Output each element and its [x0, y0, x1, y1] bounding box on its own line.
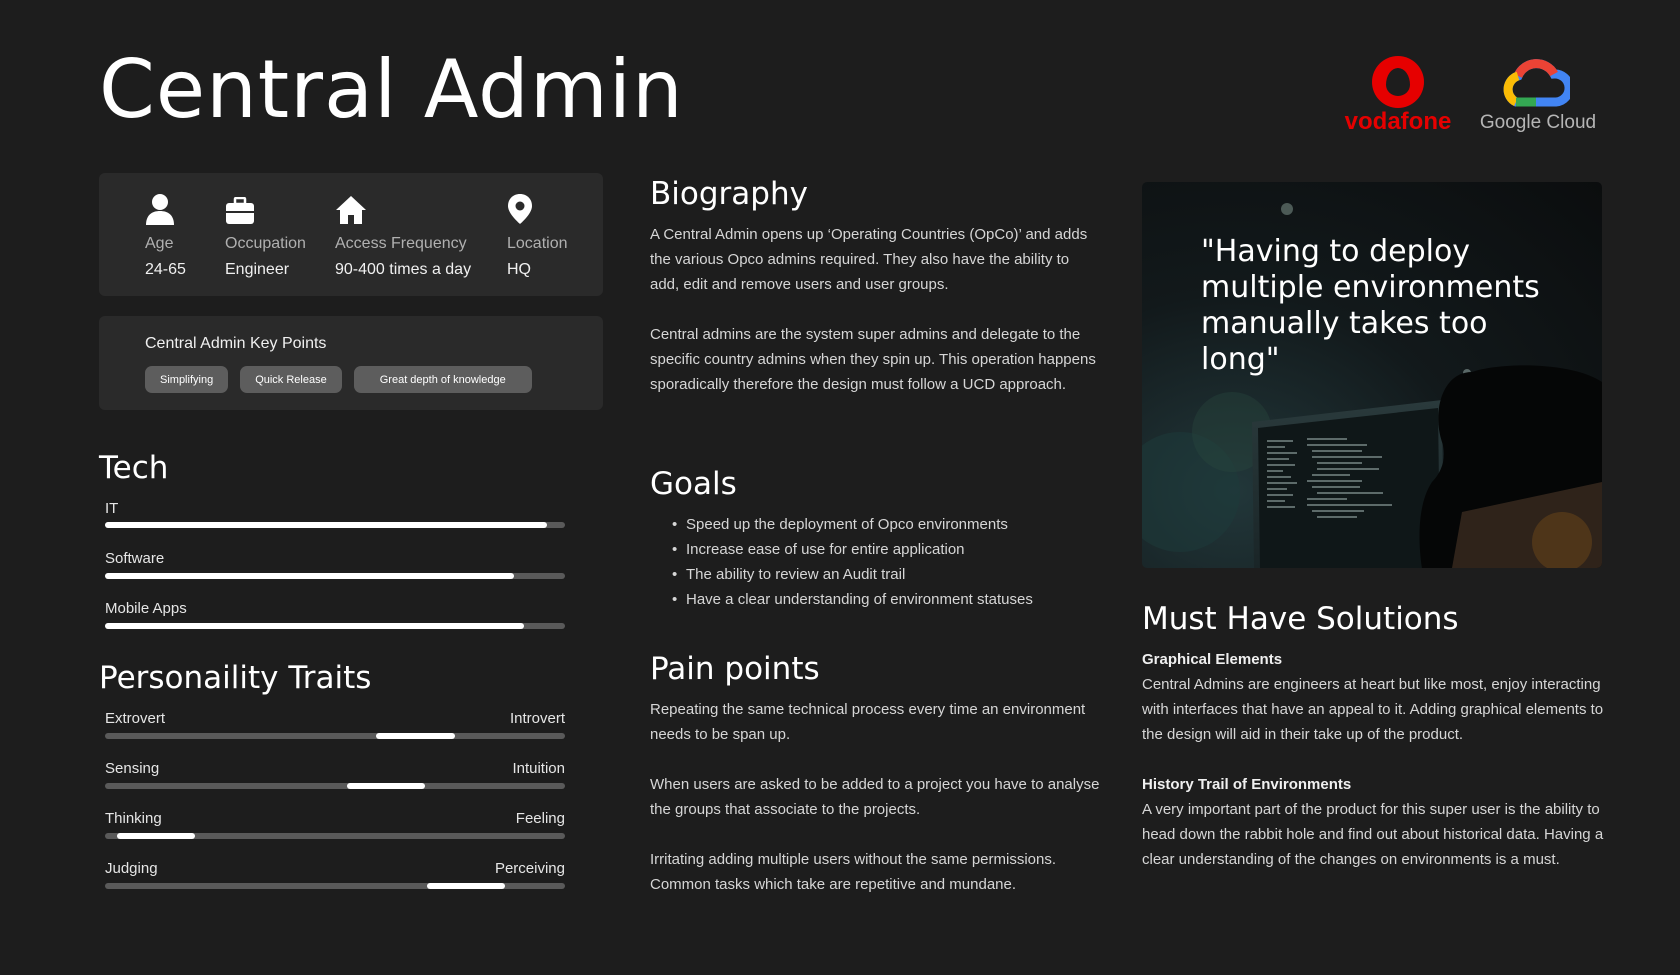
tech-track-mobile-apps	[105, 623, 565, 629]
google-cloud-icon	[1503, 59, 1570, 107]
biography-paragraph: Central admins are the system super admi…	[650, 326, 1096, 393]
trait-fill	[116, 833, 195, 839]
trait-fill	[427, 883, 506, 889]
stat-value: Engineer	[225, 261, 290, 278]
trait-track-thinking-feeling	[105, 833, 565, 839]
vodafone-mark-icon	[1372, 56, 1424, 108]
trait-right-label: Introvert	[509, 710, 565, 727]
key-points-title: Central Admin Key Points	[145, 335, 327, 352]
home-icon	[336, 196, 366, 224]
stat-label: Occupation	[225, 235, 306, 252]
tech-label-software: Software	[105, 550, 165, 567]
biography-heading: Biography	[650, 176, 808, 212]
quote-text: "Having to deploy multiple environments …	[1201, 234, 1540, 377]
biography-paragraph: A Central Admin opens up ‘Operating Coun…	[650, 226, 1088, 293]
stat-value: 24-65	[145, 261, 186, 278]
key-points-chips: Simplifying Quick Release Great depth of…	[145, 366, 532, 393]
tech-track-software	[105, 573, 565, 579]
tech-fill-mobile-apps	[105, 623, 524, 629]
solutions-heading: Must Have Solutions	[1142, 601, 1459, 637]
google-cloud-wordmark: Google Cloud	[1479, 112, 1597, 133]
google-cloud-logo: Google Cloud	[1478, 58, 1598, 138]
trait-fill	[346, 783, 425, 789]
solutions-list: Graphical Elements Central Admins are en…	[1142, 647, 1612, 872]
stat-age: Age 24-65	[145, 191, 186, 279]
trait-right-label: Perceiving	[494, 860, 565, 877]
tech-heading: Tech	[99, 450, 169, 486]
trait-fill	[376, 733, 455, 739]
stat-value: HQ	[507, 261, 531, 278]
trait-track-sensing-intuition	[105, 783, 565, 789]
biography-text: A Central Admin opens up ‘Operating Coun…	[650, 222, 1100, 397]
tech-label-it: IT	[105, 500, 119, 517]
solution-text: Central Admins are engineers at heart bu…	[1142, 676, 1604, 743]
stat-access-frequency: Access Frequency 90-400 times a day	[335, 191, 471, 279]
quote-photo: "Having to deploy multiple environments …	[1142, 182, 1602, 568]
page-title: Central Admin	[99, 43, 684, 136]
pain-point-paragraph: When users are asked to be added to a pr…	[650, 776, 1100, 818]
key-points-panel: Central Admin Key Points Simplifying Qui…	[99, 316, 603, 410]
key-point-chip: Quick Release	[240, 366, 342, 393]
person-icon	[146, 194, 174, 225]
stat-occupation: Occupation Engineer	[225, 191, 306, 279]
trait-track-extrovert-introvert	[105, 733, 565, 739]
key-point-chip: Simplifying	[145, 366, 229, 393]
vodafone-wordmark: vodafone	[1344, 108, 1452, 135]
stat-label: Location	[507, 235, 568, 252]
trait-track-judging-perceiving	[105, 883, 565, 889]
solution-text: A very important part of the product for…	[1142, 801, 1604, 868]
tech-label-mobile-apps: Mobile Apps	[105, 600, 187, 617]
trait-right-label: Intuition	[512, 760, 565, 777]
tech-track-it	[105, 522, 565, 528]
goal-item: Increase ease of use for entire applicat…	[650, 537, 1110, 562]
stat-value: 90-400 times a day	[335, 261, 472, 278]
stat-location: Location HQ	[507, 191, 568, 279]
goals-heading: Goals	[650, 466, 737, 502]
vodafone-logo: vodafone	[1342, 52, 1454, 138]
location-pin-icon	[508, 194, 532, 224]
pain-point-paragraph: Irritating adding multiple users without…	[650, 851, 1057, 893]
solution-title: Graphical Elements	[1142, 651, 1283, 668]
persona-stats-panel: Age 24-65 Occupation Engineer Access Fre…	[99, 173, 603, 296]
stat-label: Age	[145, 235, 174, 252]
key-point-chip: Great depth of knowledge	[353, 366, 532, 393]
solution-title: History Trail of Environments	[1142, 776, 1352, 793]
stat-label: Access Frequency	[335, 235, 467, 252]
goals-list: Speed up the deployment of Opco environm…	[650, 512, 1110, 612]
goal-item: Speed up the deployment of Opco environm…	[650, 512, 1110, 537]
pain-points-text: Repeating the same technical process eve…	[650, 697, 1100, 897]
personality-heading: Personaility Traits	[99, 660, 372, 696]
pain-point-paragraph: Repeating the same technical process eve…	[650, 701, 1086, 743]
trait-right-label: Feeling	[515, 810, 565, 827]
pain-points-heading: Pain points	[650, 651, 820, 687]
goal-item: Have a clear understanding of environmen…	[650, 587, 1110, 612]
briefcase-icon	[226, 197, 254, 224]
tech-fill-software	[105, 573, 515, 579]
tech-fill-it	[105, 522, 547, 528]
goal-item: The ability to review an Audit trail	[650, 562, 1110, 587]
